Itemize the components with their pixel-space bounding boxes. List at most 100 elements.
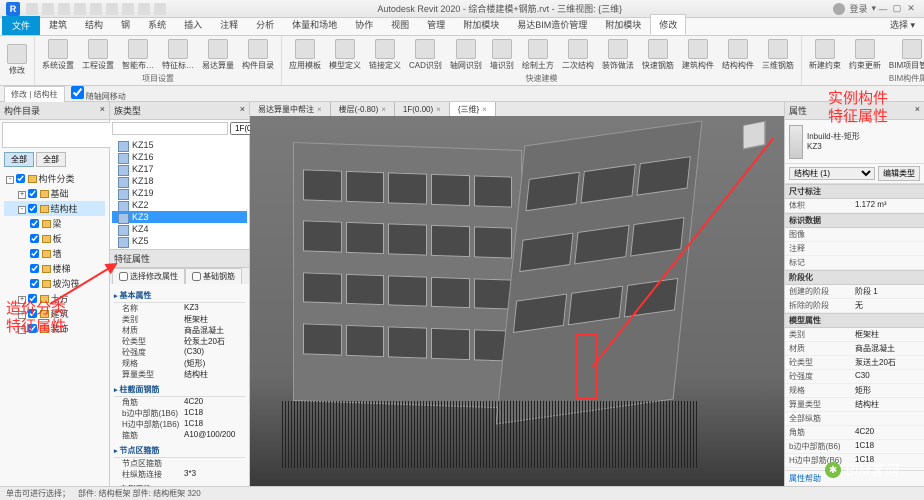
property-row[interactable]: 砼类型泵送土20石 [785,356,924,370]
list-item[interactable]: KZ2 [112,199,247,211]
close-icon[interactable]: × [915,104,920,117]
view-tab[interactable]: {三维}× [450,102,496,116]
ribbon-button[interactable]: 特征标… [159,38,197,72]
tree-node[interactable]: 墙 [4,246,105,261]
ribbon-button[interactable]: 智能布… [119,38,157,72]
close-button[interactable]: ✕ [904,3,918,15]
property-row[interactable]: H边中部筋(1B6)1C18 [114,419,245,430]
ribbon-tab[interactable]: 体量和场地 [283,14,346,35]
ribbon-tab[interactable]: 注释 [211,14,247,35]
user-login[interactable]: 登录 [849,2,867,15]
ribbon-tab[interactable]: 附加模块 [454,14,508,35]
search-input[interactable] [2,122,118,148]
ribbon-tab[interactable]: 系统 [139,14,175,35]
property-row[interactable]: 砼强度C30 [785,370,924,384]
3d-viewport[interactable]: 易达算量中帮注×楼层(-0.80)×1F(0.00)×{三维}× [250,102,784,486]
context-tab[interactable]: 修改 | 结构柱 [4,86,65,102]
file-tab[interactable]: 文件 [2,16,40,35]
property-row[interactable]: 砼类型砼泵土20石 [114,336,245,347]
tree-node[interactable]: 坡沟筏 [4,276,105,291]
toggle-all[interactable]: 全部 [4,152,34,167]
tree-node[interactable]: - 构件分类 [4,171,105,186]
close-icon[interactable]: × [436,105,441,114]
list-item[interactable]: KZ3 [112,211,247,223]
ribbon-tab[interactable]: 视图 [382,14,418,35]
quick-access-toolbar[interactable] [26,3,166,15]
context-checkbox[interactable]: 随轴网移动 [65,84,132,104]
ribbon-button[interactable]: 装饰做法 [599,38,637,72]
ribbon-button[interactable]: 工程设置 [79,38,117,72]
ribbon-button[interactable]: 轴网识别 [447,38,485,72]
property-row[interactable]: 角筋4C20 [785,426,924,440]
property-row[interactable]: 规格矩形 [785,384,924,398]
tree-node[interactable]: 梁 [4,216,105,231]
property-row[interactable]: 体积1.172 m³ [785,199,924,213]
list-item[interactable]: KZ19 [112,187,247,199]
ribbon-button[interactable]: 墙识别 [487,38,517,72]
tree-node[interactable]: 板 [4,231,105,246]
close-icon[interactable]: × [482,105,487,114]
ribbon-tab[interactable]: 分析 [247,14,283,35]
ribbon-button[interactable]: 易达算量 [199,38,237,72]
select-dropdown[interactable]: 选择 ▾ [881,14,924,35]
tree-node[interactable]: + 基础 [4,186,105,201]
view-cube[interactable] [734,122,774,162]
ribbon-button[interactable]: 修改 [4,43,30,77]
ribbon-tab[interactable]: 协作 [346,14,382,35]
property-row[interactable]: 规格(矩形) [114,358,245,369]
ribbon-button[interactable]: 新建约束 [806,38,844,72]
list-item[interactable]: KZ16 [112,151,247,163]
close-icon[interactable]: × [100,104,105,117]
property-row[interactable]: 拆除的阶段无 [785,299,924,313]
property-row[interactable]: 算量类型结构柱 [114,369,245,380]
ribbon-button[interactable]: 绘制土方 [519,38,557,72]
close-icon[interactable]: × [240,104,245,117]
ribbon-button[interactable]: 建筑构件 [679,38,717,72]
ribbon-tab[interactable]: 钢 [112,14,139,35]
close-icon[interactable]: × [317,105,322,114]
ribbon-button[interactable]: 应用模板 [286,38,324,72]
ribbon-button[interactable]: 二次结构 [559,38,597,72]
type-selector[interactable]: 结构柱 (1) [789,167,875,180]
edit-type-button[interactable]: 编辑类型 [878,166,920,181]
family-type-list[interactable]: KZ15KZ16KZ17KZ18KZ19KZ2KZ3KZ4KZ5 [110,137,249,249]
property-row[interactable]: 材质商品混凝土 [114,325,245,336]
tree-node[interactable]: 楼梯 [4,261,105,276]
property-row[interactable]: 注释 [785,242,924,256]
list-item[interactable]: KZ4 [112,223,247,235]
list-item[interactable]: KZ15 [112,139,247,151]
toggle-current[interactable]: 全部 [36,152,66,167]
list-item[interactable]: KZ18 [112,175,247,187]
property-row[interactable]: 材质商品混凝土 [785,342,924,356]
ribbon-tab[interactable]: 附加模块 [596,14,650,35]
property-row[interactable]: 类别框架柱 [785,328,924,342]
property-row[interactable]: 算量类型结构柱 [785,398,924,412]
type-search-input[interactable] [112,122,228,135]
view-tab[interactable]: 1F(0.00)× [395,102,450,116]
minimize-button[interactable]: — [876,3,890,15]
property-row[interactable]: b边中部筋(B6)1C18 [785,440,924,454]
property-row[interactable]: 图像 [785,228,924,242]
ribbon-tab[interactable]: 结构 [76,14,112,35]
user-area[interactable]: 登录 ▾ [833,2,876,15]
ribbon-button[interactable]: 约束更新 [846,38,884,72]
property-row[interactable]: 砼强度(C30) [114,347,245,358]
property-row[interactable]: 箍筋A10@100/200 [114,430,245,441]
property-row[interactable]: 节点区箍筋 [114,458,245,469]
ribbon-button[interactable]: 快速钢筋 [639,38,677,72]
view-tab[interactable]: 楼层(-0.80)× [331,102,395,116]
tree-node[interactable]: - 结构柱 [4,201,105,216]
ribbon-button[interactable]: 结构构件 [719,38,757,72]
property-row[interactable]: 全部纵筋 [785,412,924,426]
property-row[interactable]: 角筋4C20 [114,397,245,408]
property-row[interactable]: 类别框架柱 [114,314,245,325]
maximize-button[interactable]: ▢ [890,3,904,15]
view-tab[interactable]: 易达算量中帮注× [250,102,331,116]
ribbon-button[interactable]: 链接定义 [366,38,404,72]
ribbon-button[interactable]: CAD识别 [406,38,445,72]
ribbon-button[interactable]: 构件目录 [239,38,277,72]
ribbon-tab[interactable]: 易达BIM造价管理 [508,14,596,35]
list-item[interactable]: KZ5 [112,235,247,247]
tab-select-modify[interactable]: 选择修改属性 [112,268,185,284]
property-row[interactable]: 名称KZ3 [114,303,245,314]
